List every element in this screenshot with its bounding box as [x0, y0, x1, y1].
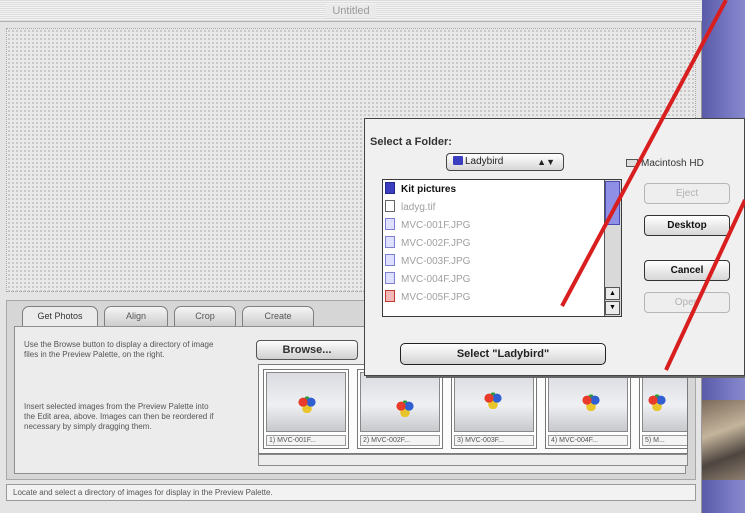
document-icon	[385, 200, 395, 212]
status-bar: Locate and select a directory of images …	[6, 484, 696, 501]
browse-help-text: Use the Browse button to display a direc…	[24, 340, 214, 359]
thumbnail[interactable]: 2) MVC-002F...	[357, 369, 443, 449]
list-item[interactable]: Kit pictures	[385, 182, 605, 198]
scroll-thumb[interactable]	[605, 181, 620, 225]
eject-button[interactable]: Eject	[644, 183, 730, 204]
hard-disk-icon	[626, 159, 638, 167]
image-file-icon	[385, 272, 395, 284]
thumbnail-label: 2) MVC-002F...	[360, 435, 440, 446]
tab-align[interactable]: Align	[104, 306, 168, 326]
insert-help-text: Insert selected images from the Preview …	[24, 402, 214, 431]
list-item[interactable]: MVC-003F.JPG	[385, 254, 605, 270]
tab-crop[interactable]: Crop	[174, 306, 236, 326]
file-name: MVC-001F.JPG	[401, 220, 471, 231]
list-item[interactable]: ladyg.tif	[385, 200, 605, 216]
disk-name: Macintosh HD	[626, 158, 704, 169]
open-button[interactable]: Open	[644, 292, 730, 313]
folder-icon	[453, 156, 463, 165]
thumbnail-image	[266, 372, 346, 432]
preview-scrollbar[interactable]	[258, 454, 688, 466]
image-file-icon	[385, 218, 395, 230]
thumbnail-label: 4) MVC-004F...	[548, 435, 628, 446]
thumbnail-label: 3) MVC-003F...	[454, 435, 534, 446]
thumbnail-label: 1) MVC-001F...	[266, 435, 346, 446]
background-photo	[702, 400, 745, 480]
list-item[interactable]: MVC-001F.JPG	[385, 218, 605, 234]
thumbnail-image	[360, 372, 440, 432]
thumbnail-label: 5) M...	[642, 435, 687, 446]
thumbnail[interactable]: 1) MVC-001F...	[263, 369, 349, 449]
file-list[interactable]: Kit pictures ladyg.tif MVC-001F.JPG MVC-…	[382, 179, 622, 317]
title-bar[interactable]: Untitled	[0, 0, 702, 22]
ladybird-toy-image	[581, 393, 601, 411]
cancel-button[interactable]: Cancel	[644, 260, 730, 281]
select-folder-button[interactable]: Select "Ladybird"	[400, 343, 606, 365]
dialog-heading: Select a Folder:	[370, 136, 452, 148]
image-file-icon	[385, 236, 395, 248]
disk-name-label: Macintosh HD	[641, 158, 704, 169]
file-name: MVC-005F.JPG	[401, 292, 471, 303]
file-name: MVC-002F.JPG	[401, 238, 471, 249]
list-item[interactable]: MVC-002F.JPG	[385, 236, 605, 252]
thumbnail[interactable]: 3) MVC-003F...	[451, 369, 537, 449]
image-file-icon	[385, 254, 395, 266]
scroll-up-arrow-icon[interactable]: ▲	[605, 287, 620, 300]
browse-button[interactable]: Browse...	[256, 340, 358, 360]
thumbnail-image	[454, 372, 534, 432]
list-item[interactable]: MVC-005F.JPG	[385, 290, 605, 306]
folder-popup-menu[interactable]: Ladybird ▲▼	[446, 153, 564, 171]
file-name: MVC-003F.JPG	[401, 256, 471, 267]
file-name: ladyg.tif	[401, 202, 436, 213]
file-name: MVC-004F.JPG	[401, 274, 471, 285]
thumbnail[interactable]: 5) M...	[639, 369, 687, 449]
screen: Untitled Get Photos Align Crop Create Us…	[0, 0, 745, 513]
ladybird-toy-image	[483, 391, 503, 409]
image-file-icon	[385, 290, 395, 302]
window-title: Untitled	[326, 4, 376, 18]
thumbnail-image	[548, 372, 628, 432]
thumbnail[interactable]: 4) MVC-004F...	[545, 369, 631, 449]
ladybird-toy-image	[297, 395, 317, 413]
folder-icon	[385, 182, 395, 194]
folder-popup-label: Ladybird	[465, 156, 504, 167]
ladybird-toy-image	[647, 393, 667, 411]
thumbnail-image	[642, 372, 687, 432]
popup-arrows-icon: ▲▼	[537, 157, 555, 167]
tab-get-photos[interactable]: Get Photos	[22, 306, 98, 328]
ladybird-toy-image	[395, 399, 415, 417]
tab-create[interactable]: Create	[242, 306, 314, 326]
scroll-down-arrow-icon[interactable]: ▼	[605, 301, 620, 315]
preview-palette[interactable]: 1) MVC-001F... 2) MVC-002F... 3) MVC-003…	[258, 364, 688, 454]
desktop-button[interactable]: Desktop	[644, 215, 730, 236]
file-name: Kit pictures	[401, 184, 457, 195]
list-item[interactable]: MVC-004F.JPG	[385, 272, 605, 288]
